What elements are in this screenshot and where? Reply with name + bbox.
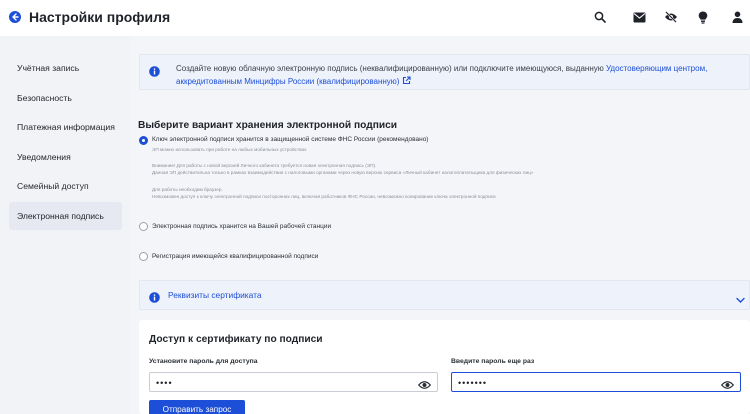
sidebar: Учётная запись Безопасность Платежная ин…: [0, 36, 130, 414]
storage-option-workstation-label[interactable]: Электронная подпись хранится на Вашей ра…: [152, 223, 331, 230]
storage-option-hint: Невозможен доступ к ключу электронной по…: [152, 194, 496, 199]
password-label: Установите пароль для доступа: [149, 358, 258, 365]
storage-option-fns-radio[interactable]: [139, 136, 148, 145]
storage-option-fns-label[interactable]: Ключ электронной подписи хранится в защи…: [152, 136, 428, 143]
sidebar-item-esignature[interactable]: Электронная подпись: [9, 202, 122, 230]
storage-option-hint: Внимание! Для работы с новой версией Лич…: [152, 163, 377, 168]
storage-section-title: Выберите вариант хранения электронной по…: [138, 120, 398, 131]
password-field[interactable]: [149, 372, 438, 392]
user-icon[interactable]: [726, 6, 748, 28]
storage-option-hint: Данная ЭП действительна только в рамках …: [152, 170, 534, 175]
back-arrow-icon[interactable]: [9, 11, 21, 23]
chevron-down-icon[interactable]: [736, 291, 745, 309]
sidebar-item-account[interactable]: Учётная запись: [9, 54, 122, 82]
storage-option-workstation-radio[interactable]: [139, 222, 148, 231]
eye-icon[interactable]: [720, 377, 735, 395]
certificate-access-card: Доступ к сертификату по подписи Установи…: [139, 320, 750, 414]
eye-icon[interactable]: [417, 377, 432, 395]
certificate-details-label: Реквизиты сертификата: [168, 290, 262, 300]
access-title: Доступ к сертификату по подписи: [149, 334, 323, 345]
sidebar-item-family[interactable]: Семейный доступ: [9, 172, 122, 200]
info-message: Создайте новую облачную электронную подп…: [176, 64, 606, 73]
info-icon: [149, 64, 160, 82]
sidebar-item-security[interactable]: Безопасность: [9, 84, 122, 112]
storage-option-hint: Для работы необходим браузер.: [152, 187, 223, 192]
info-icon: [149, 290, 160, 308]
repeat-password-field[interactable]: [451, 372, 741, 392]
repeat-password-input[interactable]: [458, 376, 698, 389]
repeat-password-label: Введите пароль еще раз: [451, 358, 535, 365]
storage-option-qualified-radio[interactable]: [139, 252, 148, 261]
lightbulb-icon[interactable]: [692, 6, 714, 28]
storage-option-hint: ЭП можно использовать при работе на любы…: [152, 147, 307, 152]
submit-request-button[interactable]: Отправить запрос: [149, 400, 245, 414]
mail-icon[interactable]: [628, 6, 650, 28]
password-input[interactable]: [156, 376, 396, 389]
external-link-icon[interactable]: [402, 76, 411, 89]
certificate-details-toggle[interactable]: Реквизиты сертификата: [139, 280, 750, 310]
eye-off-icon[interactable]: [660, 6, 682, 28]
storage-option-qualified-label[interactable]: Регистрация имеющейся квалифицированной …: [152, 253, 318, 260]
page-title: Настройки профиля: [29, 9, 171, 25]
sidebar-item-notifications[interactable]: Уведомления: [9, 143, 122, 171]
search-icon[interactable]: [589, 6, 611, 28]
top-bar: Настройки профиля: [0, 0, 750, 36]
info-banner: Создайте новую облачную электронную подп…: [139, 54, 750, 90]
sidebar-item-payment[interactable]: Платежная информация: [9, 113, 122, 141]
info-text: Создайте новую облачную электронную подп…: [176, 62, 746, 89]
main-content: Создайте новую облачную электронную подп…: [130, 36, 750, 414]
